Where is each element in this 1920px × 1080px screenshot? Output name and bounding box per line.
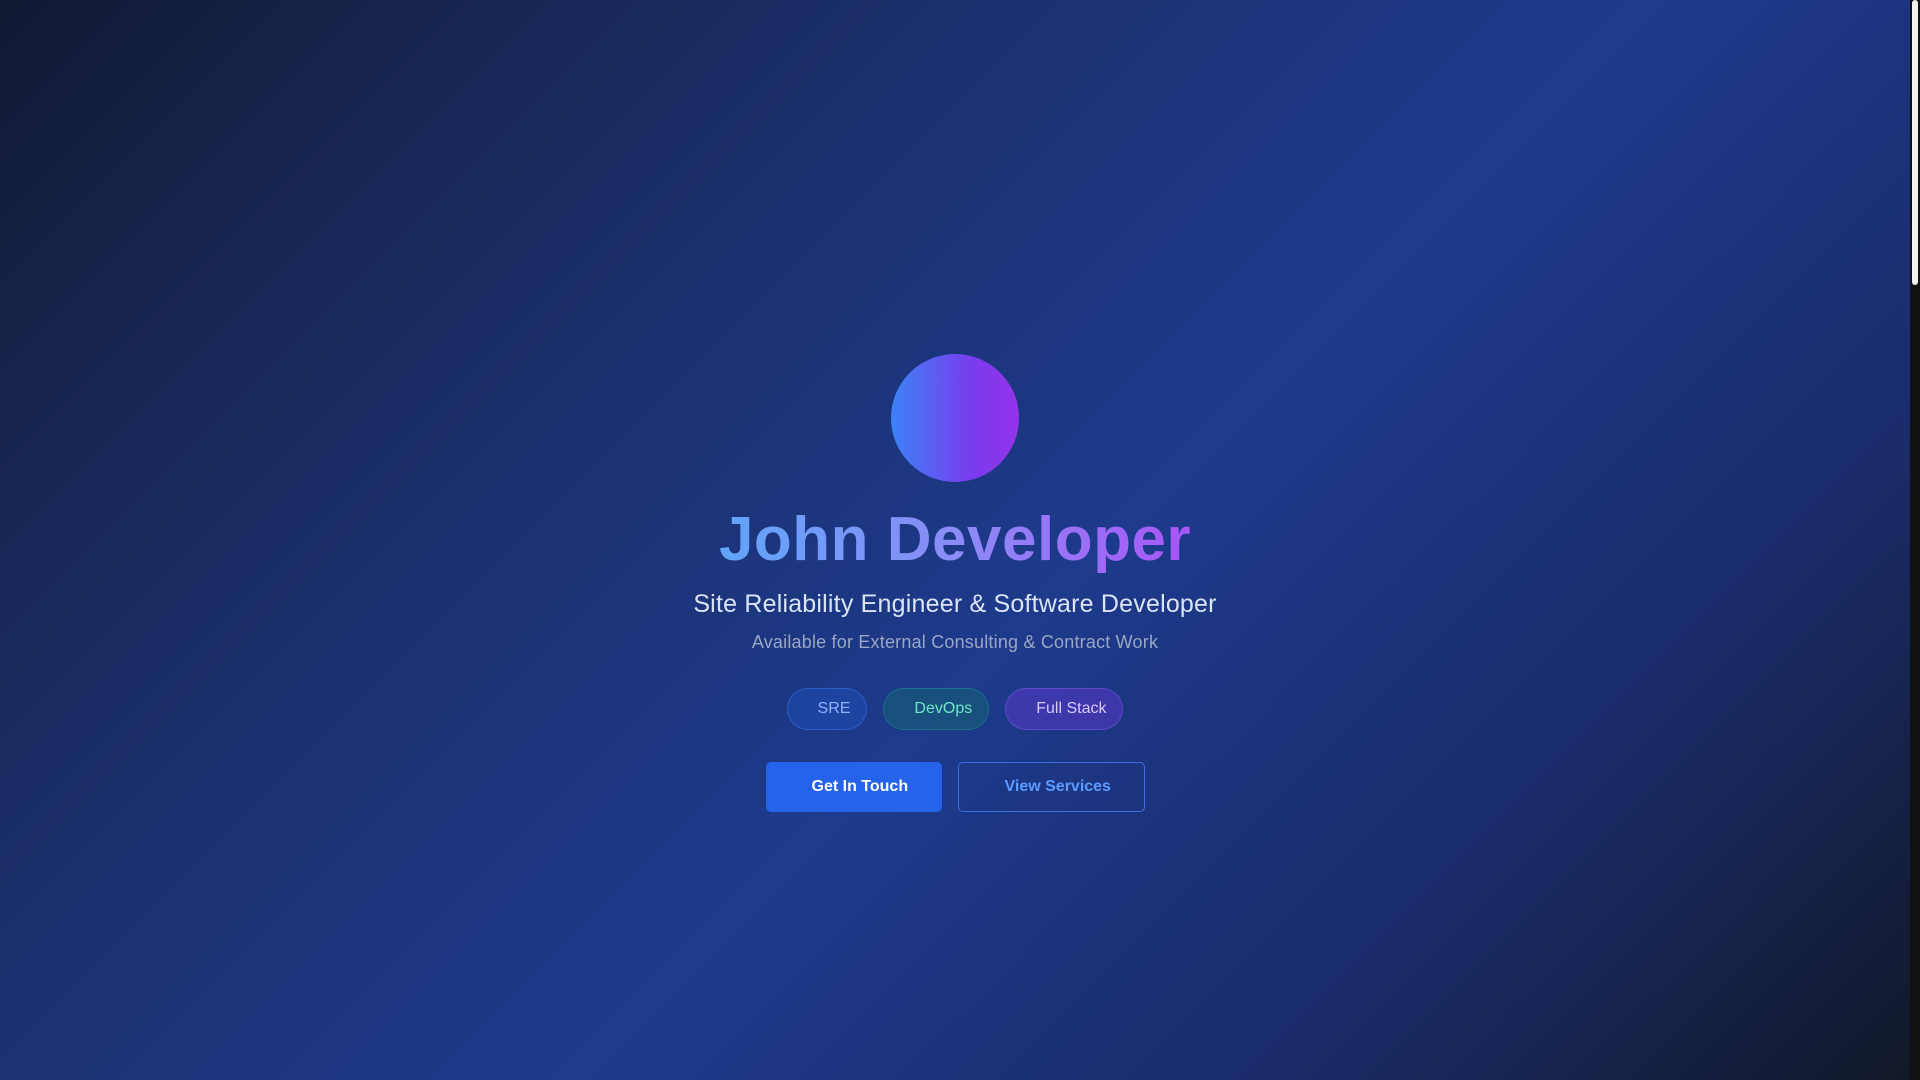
avatar	[891, 354, 1019, 482]
page: John Developer Site Reliability Engineer…	[0, 0, 1910, 1080]
tag-devops: DevOps	[883, 688, 990, 730]
scrollbar-thumb[interactable]	[1912, 0, 1918, 285]
vertical-scrollbar[interactable]	[1910, 0, 1920, 1080]
view-services-button[interactable]: View Services	[957, 762, 1145, 812]
availability-text: Available for External Consulting & Cont…	[751, 632, 1159, 652]
get-in-touch-button[interactable]: Get In Touch	[765, 762, 942, 812]
tag-full-stack: Full Stack	[1005, 688, 1124, 730]
hero-actions: Get In Touch View Services	[765, 762, 1145, 812]
hero-section: John Developer Site Reliability Engineer…	[0, 0, 1910, 1080]
hero-name: John Developer	[719, 502, 1191, 578]
skill-tags: SRE DevOps Full Stack	[786, 688, 1124, 730]
hero-subtitle: Site Reliability Engineer & Software Dev…	[693, 590, 1217, 618]
tag-sre: SRE	[786, 688, 868, 730]
